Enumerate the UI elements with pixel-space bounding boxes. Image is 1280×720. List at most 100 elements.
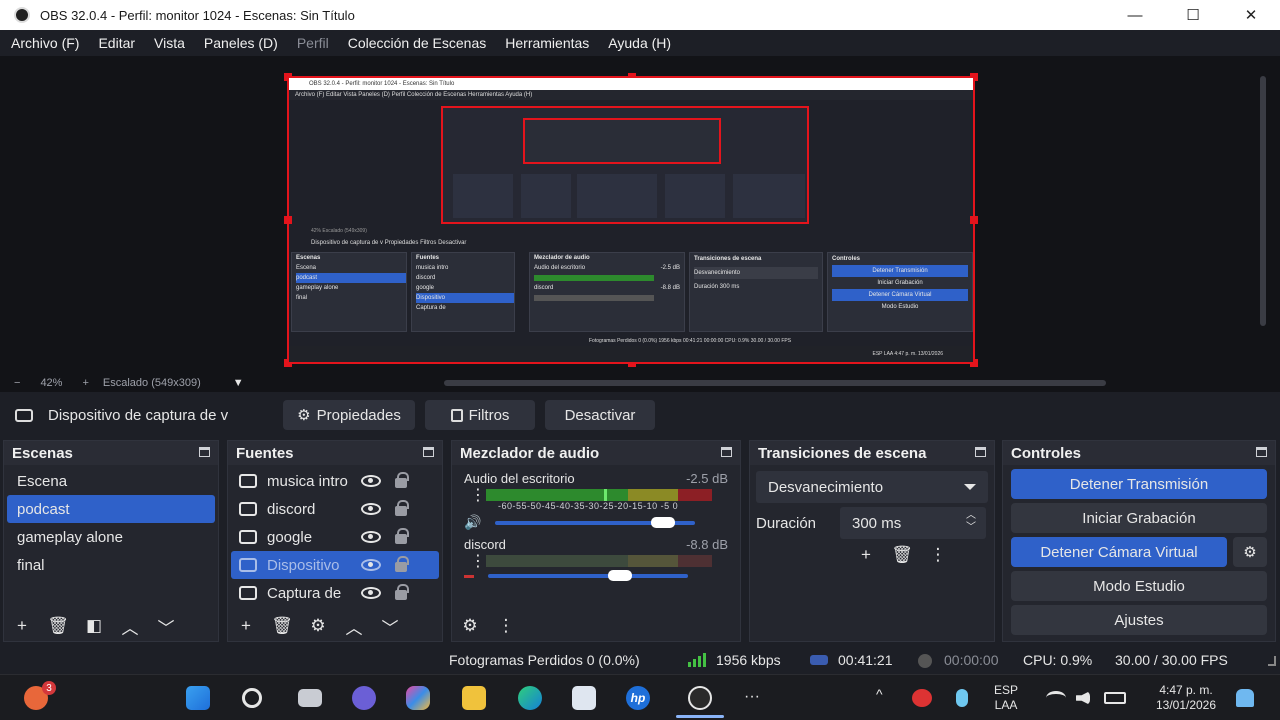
advanced-audio-icon[interactable]: ⚙	[452, 616, 488, 636]
store-icon[interactable]	[572, 686, 596, 710]
visibility-eye-icon[interactable]	[361, 559, 381, 571]
deactivate-button[interactable]: Desactivar	[545, 400, 655, 430]
undock-icon[interactable]	[721, 447, 732, 457]
trash-icon[interactable]: 🗑	[40, 616, 76, 636]
zoom-out-button[interactable]: −	[14, 377, 20, 389]
zoom-in-button[interactable]: +	[82, 377, 88, 389]
volume-slider[interactable]	[488, 569, 688, 581]
trash-icon[interactable]: 🗑	[264, 616, 300, 636]
gear-icon[interactable]: ⚙	[300, 616, 336, 636]
menu-perfil[interactable]: Perfil	[297, 35, 329, 51]
wifi-icon[interactable]	[1046, 691, 1066, 705]
visibility-eye-icon[interactable]	[361, 531, 381, 543]
volume-slider-knob[interactable]	[608, 569, 632, 581]
window-title: OBS 32.0.4 - Perfil: monitor 1024 - Esce…	[40, 7, 355, 23]
lock-icon[interactable]	[395, 500, 409, 516]
trash-icon[interactable]: 🗑	[884, 545, 920, 565]
preview-horizontal-scrollbar[interactable]	[444, 380, 1106, 386]
scene-item[interactable]: Escena	[7, 467, 215, 495]
maximize-button[interactable]: ☐	[1164, 0, 1222, 30]
language-indicator[interactable]: ESP LAA	[994, 683, 1018, 713]
menu-herramientas[interactable]: Herramientas	[505, 35, 589, 51]
resize-handle-left[interactable]	[284, 216, 292, 224]
move-up-icon[interactable]: ︿	[112, 614, 148, 639]
menu-archivo[interactable]: Archivo (F)	[11, 35, 79, 51]
move-down-icon[interactable]: ﹀	[148, 614, 184, 639]
hp-icon[interactable]: hp	[626, 686, 650, 710]
undock-icon[interactable]	[1256, 447, 1267, 457]
copilot-icon[interactable]	[406, 686, 430, 710]
notification-bell-icon[interactable]	[1236, 689, 1254, 707]
stop-stream-button[interactable]: Detener Transmisión	[1011, 469, 1267, 499]
battery-icon[interactable]	[1104, 692, 1126, 704]
preview-area[interactable]: OBS 32.0.4 - Perfil: monitor 1024 - Esce…	[0, 56, 1280, 374]
filter-icon[interactable]: ◧	[76, 616, 112, 636]
volume-slider[interactable]	[495, 516, 696, 528]
add-icon[interactable]: +	[848, 545, 884, 565]
minimize-button[interactable]: —	[1106, 0, 1164, 30]
clock[interactable]: 4:47 p. m. 13/01/2026	[1146, 683, 1226, 713]
lock-icon[interactable]	[395, 472, 409, 488]
menu-ayuda[interactable]: Ayuda (H)	[608, 35, 671, 51]
close-button[interactable]: ✕	[1222, 0, 1280, 30]
undock-icon[interactable]	[199, 447, 210, 457]
properties-button[interactable]: ⚙ Propiedades	[283, 400, 415, 430]
spin-arrows-icon[interactable]: ︿ ﹀	[966, 510, 976, 534]
source-item[interactable]: musica intro	[231, 467, 439, 495]
scene-item[interactable]: gameplay alone	[7, 523, 215, 551]
lock-icon[interactable]	[395, 528, 409, 544]
undock-icon[interactable]	[423, 447, 434, 457]
settings-button[interactable]: Ajustes	[1011, 605, 1267, 635]
file-explorer-icon[interactable]	[462, 686, 486, 710]
scene-item[interactable]: final	[7, 551, 215, 579]
visibility-eye-icon[interactable]	[361, 587, 381, 599]
obs-taskbar-icon[interactable]	[688, 686, 712, 710]
source-item[interactable]: Dispositivo	[231, 551, 439, 579]
studio-mode-button[interactable]: Modo Estudio	[1011, 571, 1267, 601]
volume-slider-knob[interactable]	[651, 516, 676, 528]
menu-vista[interactable]: Vista	[154, 35, 185, 51]
menu-editar[interactable]: Editar	[98, 35, 135, 51]
scale-dropdown-icon[interactable]: ▼	[233, 377, 244, 389]
obs-tray-icon[interactable]	[912, 689, 932, 707]
move-up-icon[interactable]: ︿	[336, 614, 372, 639]
transition-select[interactable]: Desvanecimiento	[756, 471, 988, 503]
microphone-icon[interactable]	[956, 689, 968, 707]
lock-icon[interactable]	[395, 556, 409, 572]
source-item[interactable]: Captura de	[231, 579, 439, 607]
undock-icon[interactable]	[975, 447, 986, 457]
speaker-icon[interactable]: 🔊	[464, 514, 481, 531]
chevron-up-icon[interactable]: ^	[876, 687, 883, 702]
menu-coleccion-escenas[interactable]: Colección de Escenas	[348, 35, 487, 51]
visibility-eye-icon[interactable]	[361, 475, 381, 487]
visibility-eye-icon[interactable]	[361, 503, 381, 515]
transitions-dock-header: Transiciones de escena	[750, 441, 994, 465]
move-down-icon[interactable]: ﹀	[372, 614, 408, 639]
source-item[interactable]: discord	[231, 495, 439, 523]
virtual-camera-settings-button[interactable]: ⚙	[1233, 537, 1267, 567]
menu-dots-icon[interactable]: ⋮	[488, 616, 524, 636]
track-menu-icon[interactable]: ⋮	[470, 551, 486, 571]
more-apps-icon[interactable]: ···	[744, 689, 760, 705]
menu-dots-icon[interactable]: ⋮	[920, 545, 956, 565]
duration-spinbox[interactable]: 300 ms ︿ ﹀	[840, 507, 986, 539]
preview-vertical-scrollbar[interactable]	[1260, 76, 1266, 326]
menu-paneles[interactable]: Paneles (D)	[204, 35, 278, 51]
stop-virtual-camera-button[interactable]: Detener Cámara Virtual	[1011, 537, 1227, 567]
task-view-icon[interactable]	[298, 689, 322, 707]
volume-icon[interactable]	[1076, 691, 1090, 705]
edge-browser-icon[interactable]	[518, 686, 542, 710]
source-item[interactable]: google	[231, 523, 439, 551]
preview-canvas-source[interactable]: OBS 32.0.4 - Perfil: monitor 1024 - Esce…	[284, 73, 978, 367]
scene-item[interactable]: podcast	[7, 495, 215, 523]
search-icon[interactable]	[242, 688, 262, 708]
resize-handle-right[interactable]	[970, 216, 978, 224]
start-recording-button[interactable]: Iniciar Grabación	[1011, 503, 1267, 533]
track-menu-icon[interactable]: ⋮	[470, 485, 486, 505]
filters-button[interactable]: Filtros	[425, 400, 535, 430]
lock-icon[interactable]	[395, 584, 409, 600]
meet-icon[interactable]	[352, 686, 376, 710]
add-icon[interactable]: +	[228, 616, 264, 636]
add-icon[interactable]: +	[4, 616, 40, 636]
windows-start-icon[interactable]	[186, 686, 210, 710]
